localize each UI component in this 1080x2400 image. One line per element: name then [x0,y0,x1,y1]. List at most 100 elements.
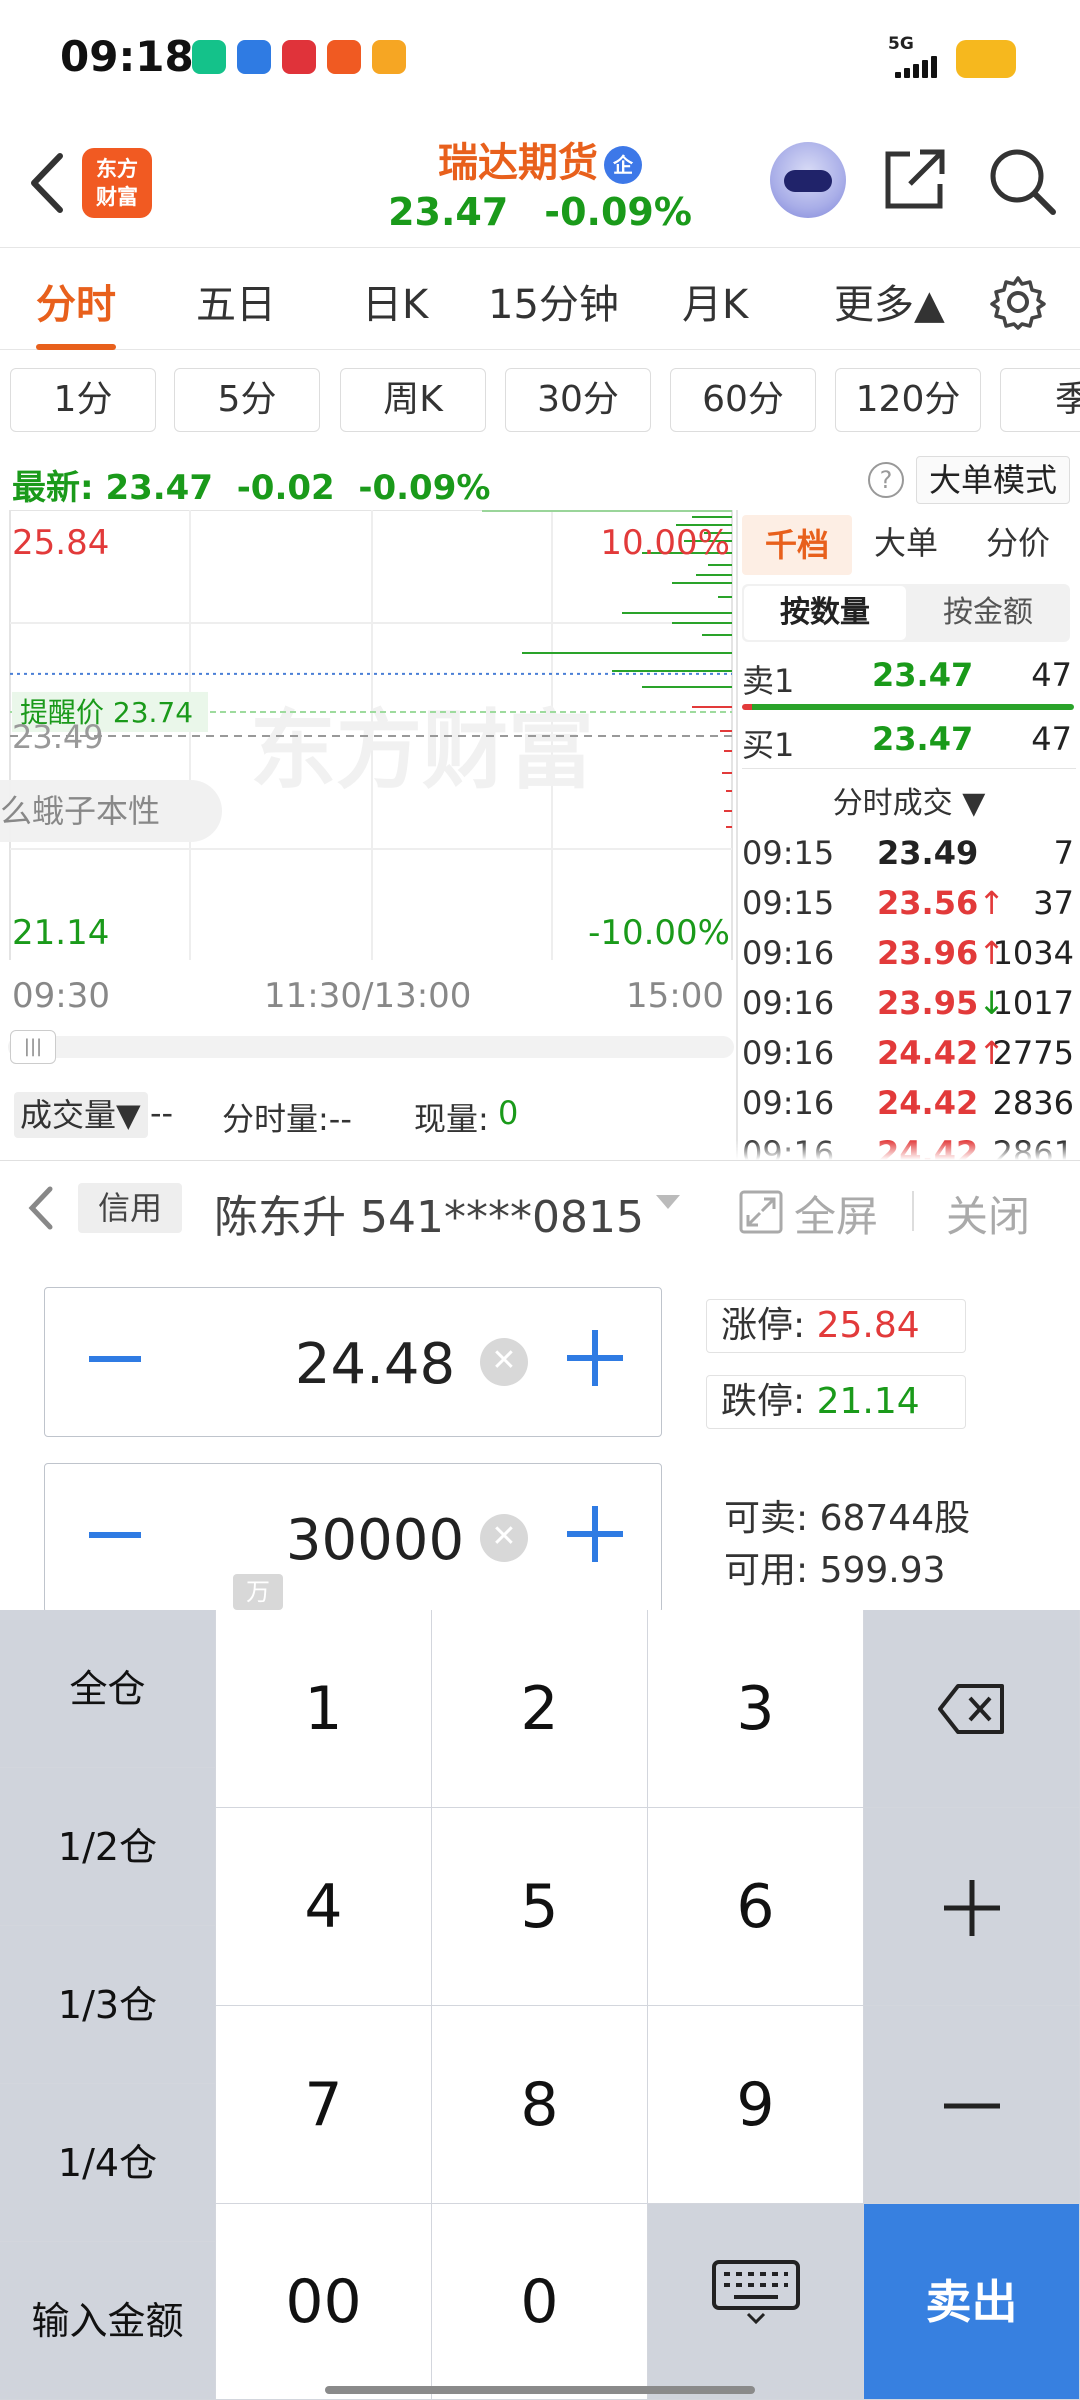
assistant-robot-icon[interactable] [770,142,846,218]
tab-monthly-k[interactable]: 月K [682,272,748,330]
fullscreen-button[interactable]: 全屏 [794,1183,878,1244]
sell-button[interactable]: 卖出 [864,2204,1080,2400]
key-0[interactable]: 0 [432,2204,648,2400]
period-1min[interactable]: 1分 [10,368,156,432]
sellable-label: 可卖: [724,1498,809,1539]
intraday-chart[interactable]: 东方财富 提醒价 23.74 23.49 25.84 10.00% 21.14 … [0,510,735,960]
by-quantity-button[interactable]: 按数量 [744,586,906,640]
tick-row: 09:15 23.49 7 [742,830,1076,880]
quantity-clear-icon[interactable]: ✕ [480,1514,528,1562]
key-3[interactable]: 3 [648,1610,864,1808]
quantity-plus-button[interactable] [567,1506,623,1562]
period-30min[interactable]: 30分 [505,368,651,432]
key-8[interactable]: 8 [432,2006,648,2204]
divider [912,1191,914,1231]
app-notification-icon [237,40,271,74]
tick-price: 23.95↓ [877,984,1006,1022]
tick-row: 09:16 23.96↑ 1034 [742,930,1076,980]
tab-intraday[interactable]: 分时 [36,272,116,350]
close-button[interactable]: 关闭 [946,1183,1030,1244]
key-1[interactable]: 1 [216,1610,432,1808]
key-quarter-position[interactable]: 1/4仓 [0,2084,216,2242]
tick-time: 09:15 [742,834,835,872]
key-full-position[interactable]: 全仓 [0,1610,216,1768]
period-120min[interactable]: 120分 [835,368,981,432]
big-order-mode-button[interactable]: 大单模式 [916,456,1070,504]
tab-more[interactable]: 更多▲ [834,272,945,330]
available-label: 可用: [724,1550,809,1591]
bid-label: 买1 [742,726,795,764]
scroll-handle[interactable]: ||| [10,1030,56,1064]
period-quarterly[interactable]: 季 [1000,368,1080,432]
sellable-info: 可卖: 68744股 [724,1489,970,1541]
period-selector: 1分 5分 周K 30分 60分 120分 季 [0,368,1080,434]
tab-price-dist[interactable]: 分价 [986,518,1050,564]
backspace-key[interactable] [864,1610,1080,1808]
tick-time: 09:16 [742,1084,835,1122]
hide-keyboard-key[interactable] [648,2204,864,2400]
gear-icon[interactable] [990,274,1046,330]
chevron-left-icon[interactable] [22,1183,58,1233]
key-enter-amount[interactable]: 输入金额 [0,2242,216,2400]
home-indicator[interactable] [325,2386,755,2394]
key-4[interactable]: 4 [216,1808,432,2006]
x-tick-label: 09:30 [12,976,110,1016]
ticks-header[interactable]: 分时成交 ▼ [742,778,1076,822]
tab-daily-k[interactable]: 日K [362,272,428,330]
minus-icon [944,2103,1000,2109]
period-5min[interactable]: 5分 [174,368,320,432]
key-2[interactable]: 2 [432,1610,648,1808]
tab-level-book[interactable]: 千档 [742,515,852,575]
depth-bar [696,574,732,576]
share-icon[interactable] [880,146,948,214]
by-amount-button[interactable]: 按金额 [908,586,1068,640]
quantity-minus-button[interactable] [89,1532,141,1538]
app-notification-icon [327,40,361,74]
depth-bar [692,516,732,518]
key-half-position[interactable]: 1/2仓 [0,1768,216,1926]
limit-up-box[interactable]: 涨停: 25.84 [706,1299,966,1353]
tick-time: 09:16 [742,934,835,972]
chart-scrollbar[interactable] [8,1036,734,1058]
tab-big-orders[interactable]: 大单 [874,518,938,564]
indicator-selector[interactable]: 成交量▼ [14,1092,148,1138]
quantity-input[interactable]: 30000 ✕ [44,1463,662,1613]
depth-bar [726,790,732,792]
period-weekly-k[interactable]: 周K [340,368,486,432]
price-minus-button[interactable] [89,1356,141,1362]
key-7[interactable]: 7 [216,2006,432,2204]
search-icon[interactable] [985,144,1057,216]
key-9[interactable]: 9 [648,2006,864,2204]
depth-bar [724,750,732,752]
plus-icon [944,1880,1000,1936]
key-third-position[interactable]: 1/3仓 [0,1926,216,2084]
header-last-price: 23.47 [388,190,509,234]
price-input[interactable]: 24.48 ✕ [44,1287,662,1437]
key-00[interactable]: 00 [216,2204,432,2400]
tab-15min[interactable]: 15分钟 [488,272,619,330]
current-volume-label: 现量: [414,1100,489,1138]
period-60min[interactable]: 60分 [670,368,816,432]
key-5[interactable]: 5 [432,1808,648,2006]
depth-bar [672,582,732,584]
minus-key[interactable] [864,2006,1080,2204]
limit-down-box[interactable]: 跌停: 21.14 [706,1375,966,1429]
backspace-icon [938,1684,1004,1734]
tick-volume: 7 [1053,834,1074,872]
account-selector[interactable]: 陈东升 541****0815 [214,1181,644,1245]
tick-volume: 1034 [992,934,1074,972]
status-time: 09:18 [60,32,194,81]
chevron-down-icon[interactable] [656,1195,680,1209]
numeric-keypad: 全仓 1/2仓 1/3仓 1/4仓 输入金额 1 2 3 4 5 6 7 8 9… [0,1610,1080,2400]
danmaku-text: 么蛾子本性 [0,792,160,830]
key-6[interactable]: 6 [648,1808,864,2006]
latest-label: 最新: [12,468,94,508]
x-tick-label: 15:00 [626,976,724,1016]
price-clear-icon[interactable]: ✕ [480,1338,528,1386]
price-plus-button[interactable] [567,1330,623,1386]
stock-header: 东方 财富 瑞达期货企 23.47 -0.09% [0,118,1080,248]
tab-five-day[interactable]: 五日 [196,272,276,330]
help-icon[interactable]: ? [868,462,904,498]
fullscreen-icon[interactable] [738,1189,784,1235]
plus-key[interactable] [864,1808,1080,2006]
